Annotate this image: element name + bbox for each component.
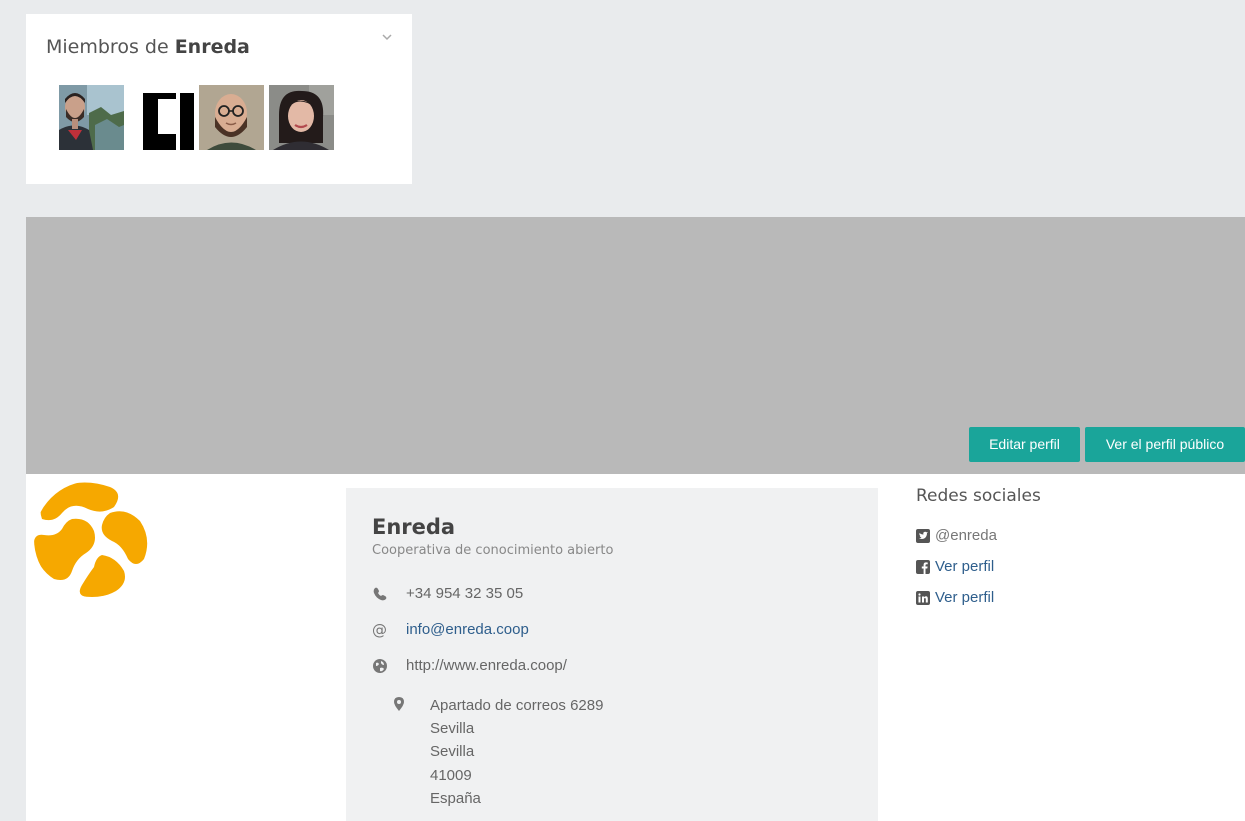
facebook-profile-link[interactable]: Ver perfil bbox=[935, 558, 994, 575]
linkedin-profile-link[interactable]: Ver perfil bbox=[935, 589, 994, 606]
at-icon: @ bbox=[372, 622, 387, 638]
organization-info-box: Enreda Cooperativa de conocimiento abier… bbox=[346, 488, 878, 821]
phone-row: +34 954 32 35 05 bbox=[372, 585, 523, 602]
phone-number: +34 954 32 35 05 bbox=[406, 585, 524, 602]
organization-logo bbox=[34, 482, 148, 597]
members-title-prefix: Miembros de bbox=[46, 36, 169, 58]
address-block: Apartado de correos 6289 Sevilla Sevilla… bbox=[392, 694, 603, 810]
globe-icon bbox=[373, 658, 387, 673]
organization-description: Cooperativa de conocimiento abierto bbox=[372, 543, 614, 558]
avatar[interactable] bbox=[59, 85, 124, 150]
members-title: Miembros de Enreda bbox=[46, 36, 250, 58]
view-public-profile-button[interactable]: Ver el perfil público bbox=[1085, 427, 1245, 462]
avatar[interactable] bbox=[269, 85, 334, 150]
address-province: Sevilla bbox=[430, 743, 475, 761]
phone-icon bbox=[373, 587, 387, 600]
address-lines: Apartado de correos 6289 Sevilla Sevilla… bbox=[430, 694, 603, 810]
svg-text:@: @ bbox=[372, 622, 387, 638]
organization-name: Enreda bbox=[372, 515, 456, 539]
twitter-handle[interactable]: @enreda bbox=[935, 527, 997, 544]
email-link[interactable]: info@enreda.coop bbox=[406, 621, 529, 638]
avatar[interactable] bbox=[129, 85, 194, 150]
social-title: Redes sociales bbox=[916, 486, 1041, 506]
email-row: @ info@enreda.coop bbox=[372, 621, 529, 638]
address-postal-code: 41009 bbox=[430, 766, 472, 784]
facebook-item: Ver perfil bbox=[916, 551, 1041, 582]
member-avatars bbox=[59, 85, 334, 150]
address-country: España bbox=[430, 789, 481, 807]
chevron-down-icon[interactable] bbox=[380, 32, 394, 42]
members-title-group: Enreda bbox=[174, 36, 250, 58]
avatar[interactable] bbox=[199, 85, 264, 150]
address-city: Sevilla bbox=[430, 720, 475, 738]
facebook-icon bbox=[916, 559, 930, 574]
website-url[interactable]: http://www.enreda.coop/ bbox=[406, 657, 567, 674]
social-networks: Redes sociales @enreda Ver perfil Ver pe… bbox=[916, 486, 1041, 613]
map-marker-icon bbox=[394, 697, 404, 711]
members-card: Miembros de Enreda bbox=[26, 14, 412, 184]
edit-profile-button[interactable]: Editar perfil bbox=[969, 427, 1080, 462]
twitter-item: @enreda bbox=[916, 520, 1041, 551]
address-line: Apartado de correos 6289 bbox=[430, 697, 604, 714]
twitter-icon bbox=[916, 528, 930, 543]
linkedin-item: Ver perfil bbox=[916, 582, 1041, 613]
website-row: http://www.enreda.coop/ bbox=[372, 657, 567, 674]
linkedin-icon bbox=[916, 590, 930, 605]
